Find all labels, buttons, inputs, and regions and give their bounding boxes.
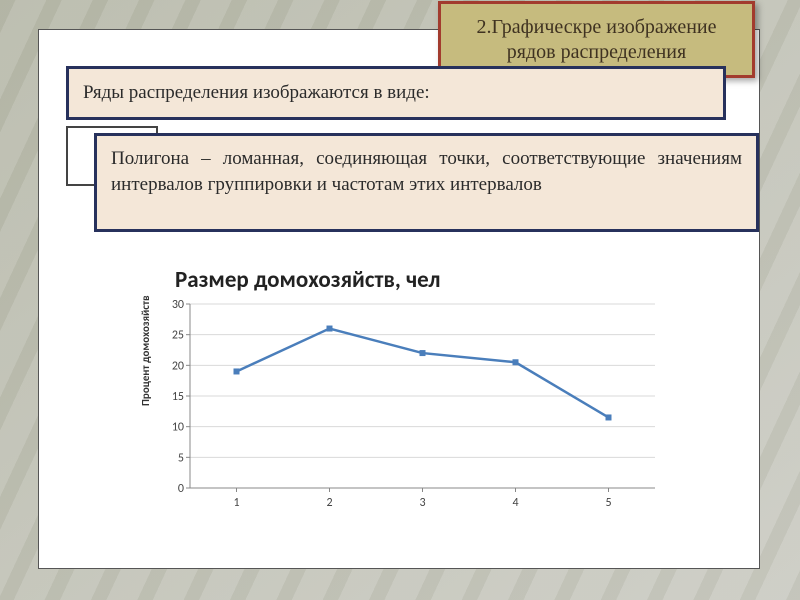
svg-text:10: 10 bbox=[172, 421, 184, 435]
slide-frame: 2.Графическре изображение рядов распреде… bbox=[38, 29, 760, 569]
chart-svg: 0 5 10 15 20 25 30 1 2 3 4 5 bbox=[135, 296, 670, 516]
polygon-definition-box: Полигона – ломанная, соединяющая точки, … bbox=[94, 133, 759, 232]
svg-text:1: 1 bbox=[233, 496, 239, 510]
svg-text:20: 20 bbox=[172, 359, 184, 373]
chart-title: Размер домохозяйств, чел bbox=[135, 262, 670, 296]
slide-title: 2.Графическре изображение рядов распреде… bbox=[453, 15, 740, 65]
svg-text:4: 4 bbox=[512, 496, 518, 510]
svg-text:15: 15 bbox=[172, 390, 184, 404]
svg-text:5: 5 bbox=[178, 451, 184, 465]
chart-container: Размер домохозяйств, чел Процент домохоз… bbox=[135, 262, 670, 520]
svg-text:3: 3 bbox=[419, 496, 425, 510]
svg-text:0: 0 bbox=[178, 482, 184, 496]
polygon-definition-text: Полигона – ломанная, соединяющая точки, … bbox=[111, 148, 742, 195]
chart-plot-area: Процент домохозяйств 05101520253012345 bbox=[135, 296, 670, 516]
svg-text:25: 25 bbox=[172, 329, 184, 343]
svg-text:5: 5 bbox=[605, 496, 611, 510]
intro-box: Ряды распределения изображаются в виде: bbox=[66, 66, 726, 120]
svg-text:30: 30 bbox=[172, 298, 184, 312]
svg-text:2: 2 bbox=[326, 496, 332, 510]
intro-text: Ряды распределения изображаются в виде: bbox=[83, 82, 430, 104]
